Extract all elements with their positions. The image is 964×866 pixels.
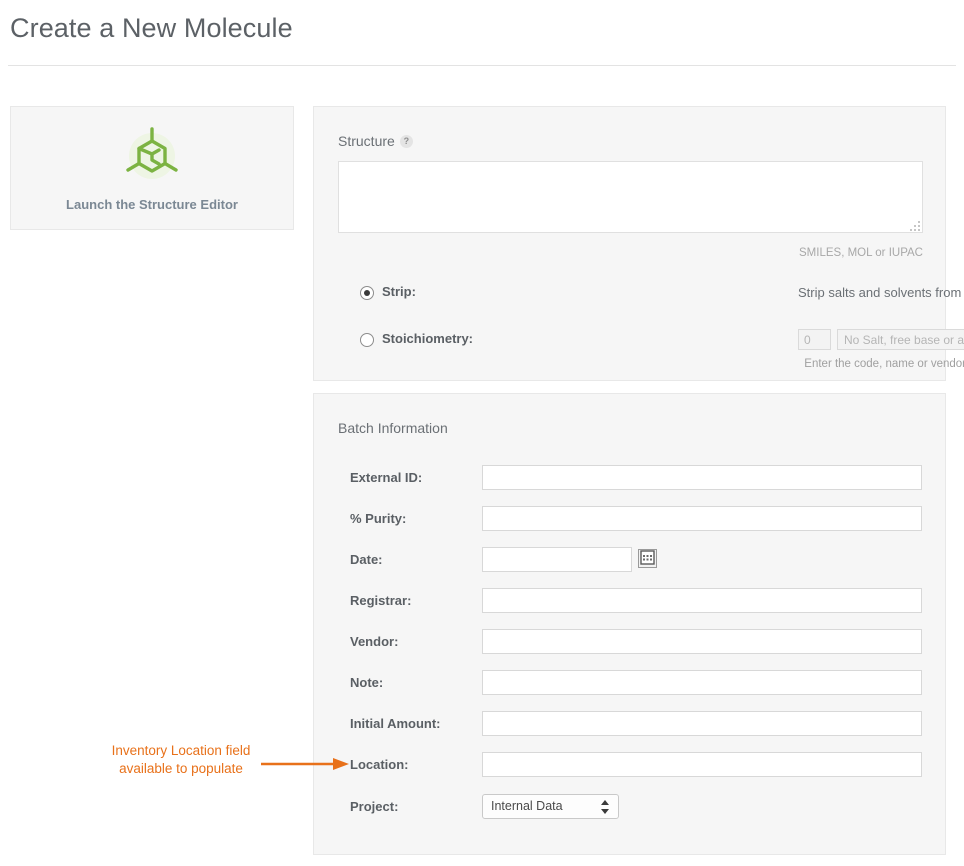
stoichiometry-help-text: Enter the code, name or vendor string of… <box>614 358 964 370</box>
initial-amount-input[interactable] <box>482 711 922 736</box>
strip-description: Strip salts and solvents from structure … <box>798 285 964 300</box>
annotation-line-1: Inventory Location field <box>111 743 251 758</box>
field-row-project: Project: Internal Data <box>350 794 930 820</box>
initial-amount-label: Initial Amount: <box>350 716 441 731</box>
vendor-input[interactable] <box>482 629 922 654</box>
structure-format-hint: SMILES, MOL or IUPAC <box>799 247 923 259</box>
location-label: Location: <box>350 757 409 772</box>
structure-section-title: Structure? <box>338 133 413 149</box>
project-select[interactable]: Internal Data <box>482 794 619 819</box>
note-label: Note: <box>350 675 384 690</box>
molecule-cube-icon-wrap <box>11 121 293 191</box>
field-row-location: Location: <box>350 752 930 778</box>
calendar-icon[interactable] <box>638 549 657 568</box>
launch-structure-editor-label: Launch the Structure Editor <box>66 197 238 212</box>
field-row-registrar: Registrar: <box>350 588 930 614</box>
location-input[interactable] <box>482 752 922 777</box>
question-mark-icon[interactable]: ? <box>399 135 413 148</box>
stoichiometry-salt-count-input[interactable] <box>798 329 831 350</box>
calendar-glyph <box>640 550 655 565</box>
field-row-purity: % Purity: <box>350 506 930 532</box>
registrar-input[interactable] <box>482 588 922 613</box>
field-row-date: Date: <box>350 547 930 573</box>
updown-arrows-icon <box>601 800 609 814</box>
field-row-initial-amount: Initial Amount: <box>350 711 930 737</box>
stoichiometry-help-sentence: Enter the code, name or vendor string of… <box>804 358 964 370</box>
annotation-line-2: available to populate <box>119 761 243 776</box>
batch-information-panel: Batch Information External ID: % Purity:… <box>313 393 946 855</box>
structure-title-text: Structure <box>338 133 395 149</box>
structure-panel: Structure? SMILES, MOL or IUPAC Strip: S… <box>313 106 964 381</box>
batch-information-title: Batch Information <box>338 420 448 436</box>
date-label: Date: <box>350 552 383 567</box>
external-id-label: External ID: <box>350 470 423 485</box>
strip-radio[interactable] <box>360 286 374 300</box>
header-divider <box>8 65 956 66</box>
strip-radio-label: Strip: <box>382 284 416 299</box>
page-header: Create a New Molecule <box>0 0 964 66</box>
project-selected-value: Internal Data <box>491 799 563 813</box>
vendor-label: Vendor: <box>350 634 399 649</box>
field-row-vendor: Vendor: <box>350 629 930 655</box>
stoichiometry-radio[interactable] <box>360 333 374 347</box>
launch-structure-editor-card[interactable]: Launch the Structure Editor <box>10 106 294 230</box>
field-row-note: Note: <box>350 670 930 696</box>
right-arrow-icon <box>261 758 349 770</box>
note-input[interactable] <box>482 670 922 695</box>
molecule-cube-icon <box>126 127 178 179</box>
stoichiometry-salt-input[interactable] <box>837 329 964 350</box>
date-input[interactable] <box>482 547 632 572</box>
purity-label: % Purity: <box>350 511 407 526</box>
stoichiometry-radio-label: Stoichiometry: <box>382 331 474 346</box>
annotation-label: Inventory Location field available to po… <box>96 742 266 778</box>
external-id-input[interactable] <box>482 465 922 490</box>
purity-input[interactable] <box>482 506 922 531</box>
project-label: Project: <box>350 799 399 814</box>
page-title: Create a New Molecule <box>10 13 293 43</box>
field-row-external-id: External ID: <box>350 465 930 491</box>
structure-input[interactable] <box>338 161 923 233</box>
registrar-label: Registrar: <box>350 593 412 608</box>
